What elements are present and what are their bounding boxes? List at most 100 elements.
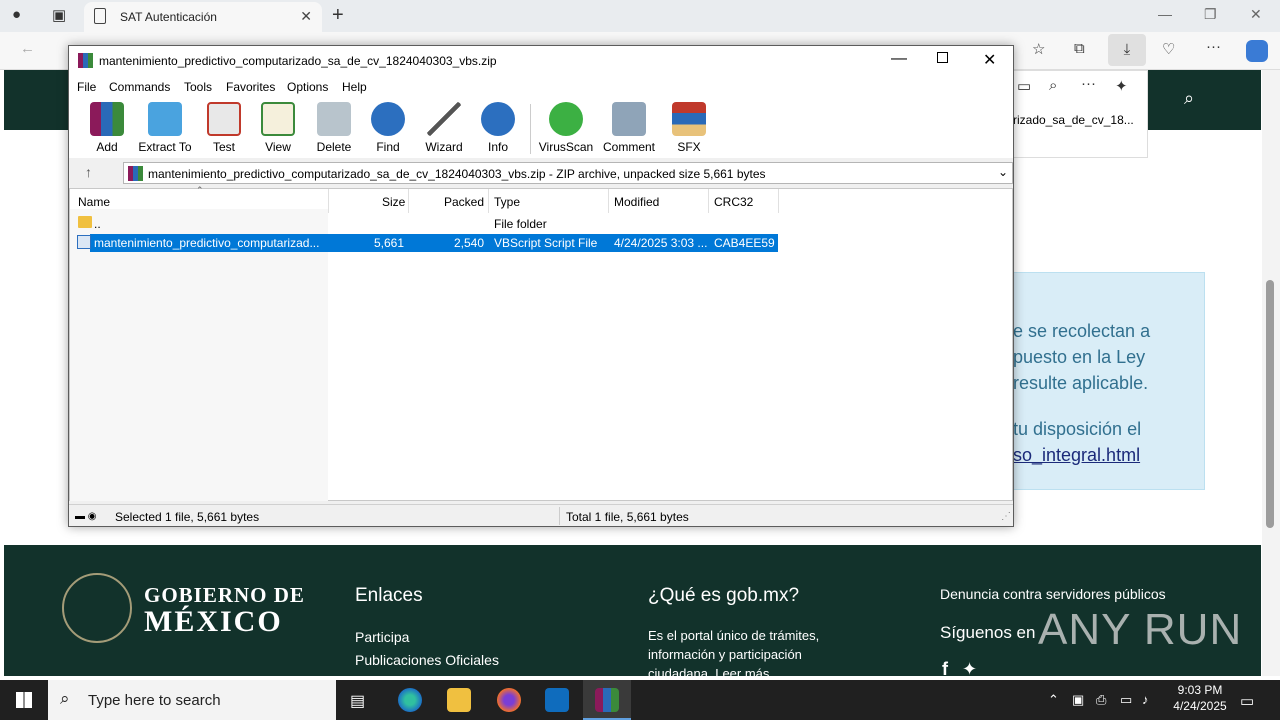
footer-link[interactable]: Participa <box>355 629 409 645</box>
extensions-icon[interactable]: ♡ <box>1162 40 1175 58</box>
clock[interactable]: 9:03 PM 4/24/2025 <box>1162 683 1238 713</box>
view-button[interactable]: View <box>250 102 306 158</box>
file-explorer-icon[interactable] <box>447 688 471 712</box>
table-row[interactable]: .. File folder <box>70 215 1014 233</box>
tab-sat[interactable]: SAT Autenticación ✕ <box>84 2 322 32</box>
links-title: Enlaces <box>355 585 423 606</box>
search-icon[interactable]: ⌕ <box>1049 77 1057 94</box>
taskbar: ⌕ Type here to search ▤ ⌃ ▣ ⎙ ▭ ♪ 9:03 P… <box>0 680 1280 720</box>
menu-tools[interactable]: Tools <box>184 80 212 94</box>
copilot-icon[interactable] <box>1246 40 1268 62</box>
winrar-icon <box>595 688 619 712</box>
more-icon[interactable]: ··· <box>1081 75 1096 92</box>
device-icon[interactable]: ⎙ <box>1096 692 1106 708</box>
test-button[interactable]: Test <box>196 102 252 158</box>
notifications-icon[interactable]: ▭ <box>1240 692 1254 710</box>
taskbar-search[interactable]: ⌕ Type here to search <box>48 680 336 720</box>
virusscan-button[interactable]: VirusScan <box>538 102 594 158</box>
sfx-label: SFX <box>677 140 701 154</box>
close-tab-icon[interactable]: ✕ <box>300 8 312 25</box>
col-modified[interactable]: Modified <box>614 195 659 209</box>
back-icon[interactable]: ← <box>20 40 35 57</box>
up-arrow-icon[interactable]: ↑ <box>85 164 92 180</box>
footer-link[interactable]: Publicaciones Oficiales <box>355 652 499 668</box>
menu-file[interactable]: File <box>77 80 96 94</box>
info-button[interactable]: Info <box>470 102 526 158</box>
tab-actions-icon[interactable]: ▣ <box>52 6 66 24</box>
more-icon[interactable]: ··· <box>1206 38 1221 55</box>
maximize-icon[interactable] <box>937 52 948 63</box>
col-divider <box>708 189 709 213</box>
new-tab-icon[interactable]: + <box>332 4 344 27</box>
wizard-button[interactable]: Wizard <box>416 102 472 158</box>
profile-icon[interactable]: ● <box>12 6 21 23</box>
windows-start-icon[interactable] <box>16 692 32 708</box>
minimize-icon[interactable]: — <box>1158 6 1172 22</box>
address-field[interactable]: mantenimiento_predictivo_computarizado_s… <box>123 162 1013 184</box>
virus-icon <box>549 102 583 136</box>
close-icon[interactable]: ✕ <box>1250 6 1262 23</box>
pin-icon[interactable]: ✦ <box>1115 77 1128 95</box>
sort-arrow-icon: ⌃ <box>196 185 204 195</box>
extract-to-button[interactable]: Extract To <box>137 102 193 158</box>
winrar-window: mantenimiento_predictivo_computarizado_s… <box>68 45 1014 527</box>
search-placeholder: Type here to search <box>88 692 221 709</box>
archive-icon <box>128 166 143 181</box>
firefox-icon[interactable] <box>497 688 521 712</box>
resize-grip-icon[interactable]: ⋰ <box>1001 511 1011 522</box>
info-label: Info <box>487 140 508 154</box>
find-label: Find <box>376 140 400 154</box>
task-view-icon[interactable]: ▤ <box>350 691 365 711</box>
favorites-icon[interactable]: ☆ <box>1032 40 1045 58</box>
page-scrollbar[interactable] <box>1262 70 1280 676</box>
date: 4/24/2025 <box>1173 699 1227 713</box>
table-row-selected[interactable]: mantenimiento_predictivo_computarizad...… <box>70 234 1014 252</box>
row-type: VBScript Script File <box>494 236 598 250</box>
twitter-icon[interactable]: ✦ <box>962 659 977 676</box>
menu-options[interactable]: Options <box>287 80 328 94</box>
menu-commands[interactable]: Commands <box>109 80 170 94</box>
comment-button[interactable]: Comment <box>601 102 657 158</box>
outlook-tray-icon[interactable]: ▣ <box>1072 692 1084 708</box>
downloads-icon[interactable]: ⤓ <box>1108 34 1146 66</box>
page-icon <box>94 8 106 24</box>
winrar-titlebar[interactable]: mantenimiento_predictivo_computarizado_s… <box>69 46 1013 76</box>
col-packed[interactable]: Packed <box>444 195 484 209</box>
what-text: información y participación <box>648 647 802 662</box>
virusscan-label: VirusScan <box>538 140 594 154</box>
download-item[interactable]: rizado_sa_de_cv_18... <box>1013 113 1134 127</box>
facebook-icon[interactable]: f <box>942 659 948 676</box>
folder-icon[interactable]: ▭ <box>1017 77 1031 95</box>
col-type[interactable]: Type <box>494 195 520 209</box>
status-selected: Selected 1 file, 5,661 bytes <box>115 510 260 524</box>
delete-button[interactable]: Delete <box>306 102 362 158</box>
add-button[interactable]: Add <box>79 102 135 158</box>
winrar-app-icon <box>78 53 93 68</box>
restore-icon[interactable]: ❐ <box>1204 6 1217 23</box>
wand-icon <box>427 102 461 136</box>
add-icon <box>90 102 124 136</box>
row-packed: 2,540 <box>454 236 485 250</box>
outlook-icon[interactable] <box>545 688 569 712</box>
search-icon[interactable]: ⌕ <box>1184 88 1194 109</box>
col-name[interactable]: Name <box>78 195 110 209</box>
close-icon[interactable]: ✕ <box>983 50 996 70</box>
notice-link[interactable]: so_integral.html <box>1013 445 1140 466</box>
scroll-thumb[interactable] <box>1266 280 1274 528</box>
sfx-button[interactable]: SFX <box>661 102 717 158</box>
col-crc32[interactable]: CRC32 <box>714 195 753 209</box>
col-size[interactable]: Size <box>382 195 405 209</box>
menu-help[interactable]: Help <box>342 80 367 94</box>
collections-icon[interactable]: ⧉ <box>1074 40 1085 57</box>
edge-icon[interactable] <box>398 688 422 712</box>
chevron-down-icon[interactable]: ⌄ <box>998 165 1008 179</box>
minimize-icon[interactable]: — <box>891 50 907 68</box>
denuncia-link[interactable]: Denuncia contra servidores públicos <box>940 586 1166 602</box>
chevron-up-icon[interactable]: ⌃ <box>1048 692 1059 708</box>
volume-icon[interactable]: ♪ <box>1142 692 1149 707</box>
menu-favorites[interactable]: Favorites <box>226 80 275 94</box>
anyrun-watermark: ANY RUN <box>1038 605 1243 654</box>
find-button[interactable]: Find <box>360 102 416 158</box>
what-text[interactable]: ciudadana. Leer más <box>648 666 769 676</box>
network-icon[interactable]: ▭ <box>1120 692 1132 708</box>
